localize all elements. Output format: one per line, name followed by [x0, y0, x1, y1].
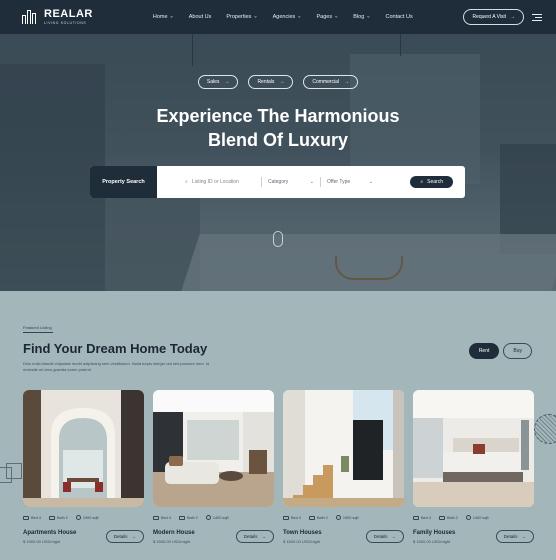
area-icon	[205, 515, 211, 520]
hamburger-menu-icon[interactable]	[532, 13, 542, 21]
offer-type-select[interactable]: Offer Type ⌄	[327, 179, 373, 185]
chevron-down-icon: ⌄	[169, 13, 174, 20]
category-select[interactable]: Category ⌄	[268, 179, 314, 185]
logo-building-icon	[22, 10, 38, 24]
chevron-down-icon: ⌄	[366, 13, 371, 20]
details-button[interactable]: Details →	[235, 530, 274, 543]
bath-icon	[308, 515, 315, 520]
property-features: Bed 4 Bath 2 1400 sqft	[153, 515, 274, 520]
tab-buy[interactable]: Buy	[503, 343, 532, 359]
navbar: REALAR LIVING SOLUTIONS Home ⌄ About Us P…	[0, 0, 556, 34]
section-title: Find Your Dream Home Today	[23, 341, 208, 356]
arrow-right-icon: →	[344, 79, 350, 85]
property-price: $ 1500.00 USD/night	[413, 539, 451, 544]
property-price: $ 1500.00 USD/night	[153, 539, 191, 544]
property-name: Modern House	[153, 530, 195, 536]
property-card[interactable]: Bed 4 Bath 2 1900 sqft Town Houses $ 150…	[283, 390, 404, 544]
property-image[interactable]	[413, 390, 534, 507]
menu-item-blog[interactable]: Blog ⌄	[353, 13, 371, 21]
chevron-down-icon: ⌄	[253, 13, 258, 20]
arrow-right-icon: →	[224, 79, 230, 85]
bed-icon	[153, 515, 159, 520]
menu-item-about[interactable]: About Us	[189, 14, 212, 20]
chevron-down-icon: ⌄	[368, 179, 373, 185]
request-visit-button[interactable]: Request A Visit →	[463, 9, 524, 25]
property-name: Family Houses	[413, 530, 456, 536]
property-features: Bed 4 Bath 2 1400 sqft	[413, 515, 534, 520]
brand-tagline: LIVING SOLUTIONS	[44, 20, 87, 25]
menu-item-properties[interactable]: Properties ⌄	[226, 13, 258, 21]
details-button[interactable]: Details →	[365, 530, 404, 543]
details-button[interactable]: Details →	[495, 530, 534, 543]
search-label: Property Search	[90, 166, 157, 198]
hero-chips: Sales → Rentals → Commercial →	[0, 75, 556, 89]
chip-rentals[interactable]: Rentals →	[248, 75, 294, 89]
brand-name: REALAR	[44, 7, 93, 20]
chip-commercial[interactable]: Commercial →	[303, 75, 359, 89]
search-icon: ⌕	[420, 179, 424, 185]
arrow-right-icon: →	[279, 79, 285, 85]
main-menu: Home ⌄ About Us Properties ⌄ Agencies ⌄ Pag…	[153, 13, 428, 21]
chevron-down-icon: ⌄	[309, 179, 314, 185]
property-cards: Bed 4 Bath 2 1900 sqft Apartments House …	[23, 390, 553, 544]
bath-icon	[178, 515, 185, 520]
search-icon: ⌕	[185, 179, 188, 185]
property-image[interactable]	[23, 390, 144, 507]
property-features: Bed 4 Bath 2 1900 sqft	[23, 515, 144, 520]
arrow-right-icon: →	[261, 534, 267, 539]
chip-sales[interactable]: Sales →	[197, 75, 239, 89]
arrow-right-icon: →	[521, 534, 527, 539]
section-eyebrow: Featured Listing	[23, 325, 52, 330]
listing-tabs: Rent Buy	[468, 343, 532, 359]
property-name: Apartments House	[23, 530, 77, 536]
hero-title: Experience The Harmonious Blend Of Luxur…	[156, 106, 400, 150]
area-icon	[465, 515, 471, 520]
area-icon	[75, 515, 81, 520]
property-price: $ 1500.00 USD/night	[283, 539, 321, 544]
menu-item-home[interactable]: Home ⌄	[153, 13, 174, 21]
menu-item-contact[interactable]: Contact Us	[386, 14, 413, 20]
property-card[interactable]: Bed 4 Bath 2 1400 sqft Modern House $ 15…	[153, 390, 274, 544]
property-features: Bed 4 Bath 2 1900 sqft	[283, 515, 404, 520]
property-image[interactable]	[153, 390, 274, 507]
tab-rent[interactable]: Rent	[468, 343, 500, 359]
bed-icon	[23, 515, 29, 520]
bath-icon	[48, 515, 55, 520]
arrow-right-icon: →	[510, 14, 515, 20]
search-input[interactable]: ⌕ Listing ID or Location	[185, 179, 255, 185]
featured-listing-section: Featured Listing Find Your Dream Home To…	[0, 291, 556, 560]
chevron-down-icon: ⌄	[297, 13, 302, 20]
property-card[interactable]: Bed 4 Bath 2 1400 sqft Family Houses $ 1…	[413, 390, 534, 544]
arrow-right-icon: →	[131, 534, 137, 539]
arrow-right-icon: →	[391, 534, 397, 539]
chevron-down-icon: ⌄	[334, 13, 339, 20]
details-button[interactable]: Details →	[105, 530, 144, 543]
section-description: Duis nulla blandit vulputate morbi adipi…	[23, 361, 210, 372]
search-button[interactable]: ⌕ Search	[410, 176, 453, 188]
menu-item-pages[interactable]: Pages ⌄	[316, 13, 339, 21]
hero-section: Sales → Rentals → Commercial → Experience T…	[0, 34, 556, 291]
property-name: Town Houses	[283, 530, 322, 536]
property-search-bar: Property Search ⌕ Listing ID or Location…	[90, 166, 465, 198]
property-image[interactable]	[283, 390, 404, 507]
bed-icon	[283, 515, 289, 520]
bath-icon	[438, 515, 445, 520]
property-price: $ 1900.00 USD/night	[23, 539, 61, 544]
bed-icon	[413, 515, 419, 520]
scroll-indicator-icon	[273, 231, 283, 247]
area-icon	[335, 515, 341, 520]
decorative-cube-icon	[6, 463, 22, 479]
property-card[interactable]: Bed 4 Bath 2 1900 sqft Apartments House …	[23, 390, 144, 544]
logo[interactable]: REALAR LIVING SOLUTIONS	[22, 7, 93, 26]
menu-item-agencies[interactable]: Agencies ⌄	[273, 13, 302, 21]
